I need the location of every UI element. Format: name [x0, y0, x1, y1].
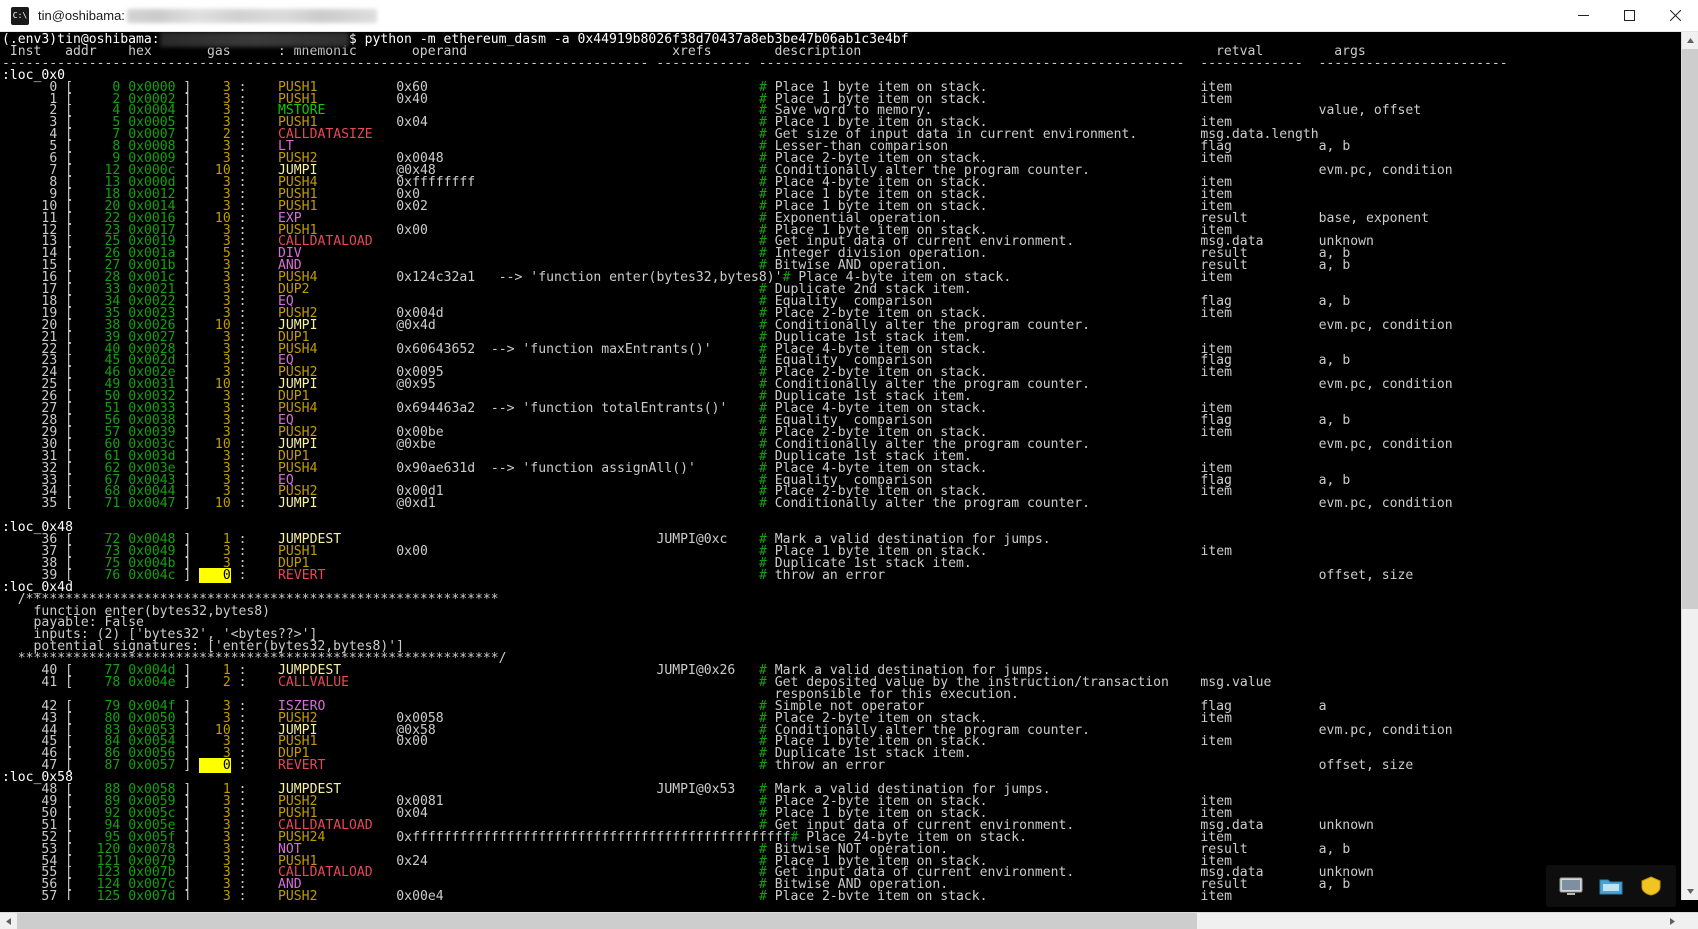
horizontal-scrollbar-thumb[interactable] — [17, 913, 1197, 929]
window-title: tin@oshibama: — [38, 8, 125, 23]
console-icon: C:\ — [11, 7, 29, 25]
scroll-left-arrow-icon[interactable] — [0, 913, 17, 929]
close-button[interactable] — [1652, 0, 1698, 32]
scroll-right-arrow-icon[interactable] — [1664, 913, 1681, 929]
maximize-button[interactable] — [1606, 0, 1652, 32]
scrollbar-corner — [1681, 913, 1698, 929]
vertical-scrollbar[interactable] — [1681, 32, 1698, 900]
window-title-redacted-path — [127, 9, 377, 23]
terminal-output[interactable]: (.env3)tin@oshibama: $ python -m ethereu… — [0, 32, 1698, 900]
shield-icon[interactable] — [1638, 875, 1664, 897]
horizontal-scrollbar[interactable] — [0, 912, 1698, 929]
vertical-scrollbar-thumb[interactable] — [1682, 49, 1698, 609]
window-titlebar[interactable]: C:\ tin@oshibama: — [0, 0, 1698, 32]
folder-icon[interactable] — [1598, 875, 1624, 897]
minimize-button[interactable] — [1560, 0, 1606, 32]
terminal-window: C:\ tin@oshibama: (.env3)tin@oshibama: $… — [0, 0, 1698, 929]
tray-icons — [1546, 865, 1676, 907]
monitor-icon[interactable] — [1558, 875, 1584, 897]
scroll-up-arrow-icon[interactable] — [1682, 32, 1698, 49]
scroll-down-arrow-icon[interactable] — [1682, 883, 1698, 900]
